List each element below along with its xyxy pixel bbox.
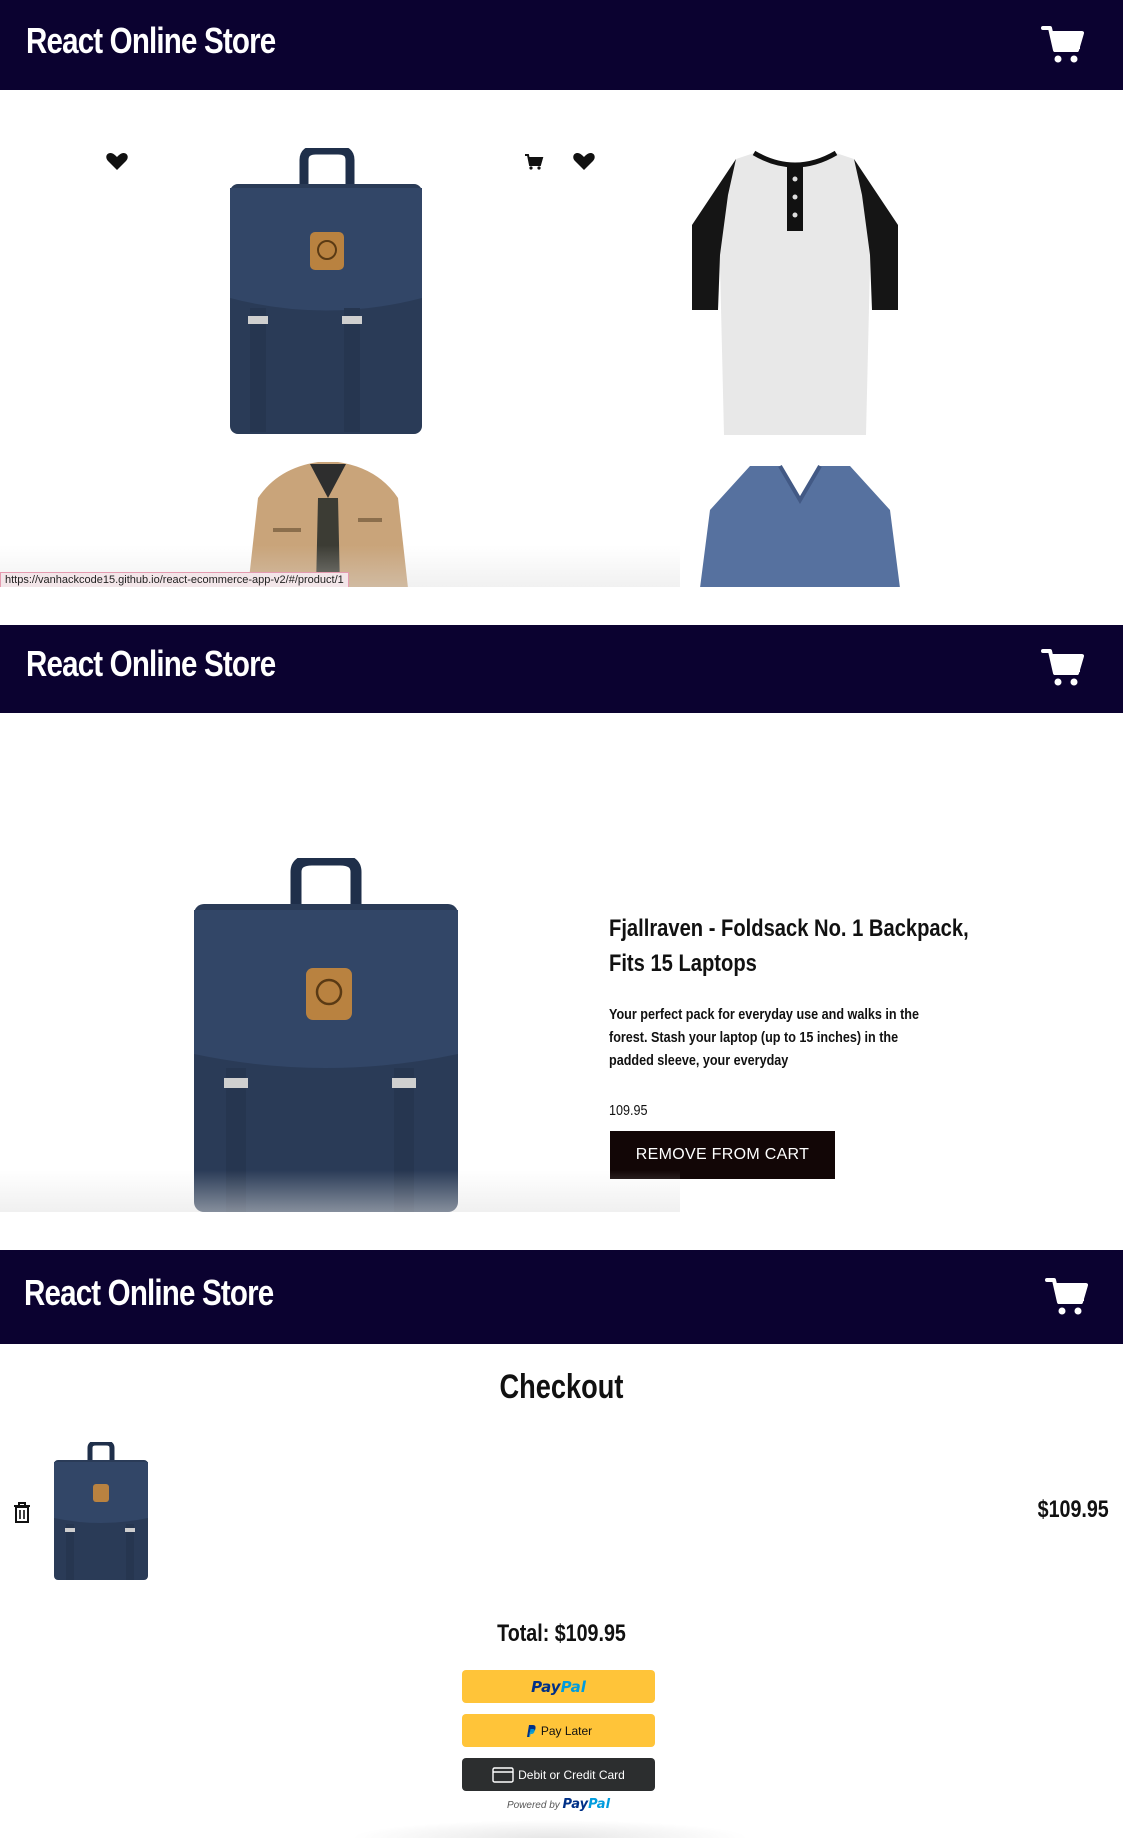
app-title[interactable]: React Online Store [26, 643, 276, 685]
powered-by-paypal: Powered by PayPal [462, 1797, 655, 1812]
pay-later-button[interactable]: Pay Later [462, 1714, 655, 1747]
product-description: Your perfect pack for everyday use and w… [609, 1006, 919, 1069]
product-list-screen: React Online Store https://vanhackcode15… [0, 0, 1123, 587]
heart-icon[interactable] [572, 150, 596, 172]
app-title[interactable]: React Online Store [24, 1272, 274, 1314]
vneck-shirt-image[interactable] [695, 460, 905, 587]
section-shadow [350, 1820, 750, 1838]
app-header: React Online Store [0, 0, 1123, 90]
credit-card-icon [492, 1766, 514, 1783]
paypal-logo: PayPal [562, 1797, 611, 1812]
section-shadow [0, 1170, 680, 1212]
pay-later-label: Pay Later [540, 1723, 593, 1738]
cart-item-thumbnail [54, 1442, 148, 1580]
shopping-cart-icon[interactable] [1041, 645, 1085, 689]
product-detail-screen: React Online Store Fjallraven - Foldsack… [0, 625, 1123, 1212]
checkout-title: Checkout [499, 1368, 624, 1406]
henley-shirt-image[interactable] [684, 145, 906, 443]
trash-icon[interactable] [11, 1500, 33, 1524]
browser-status-url: https://vanhackcode15.github.io/react-ec… [0, 572, 349, 587]
checkout-screen: React Online Store Checkout $109.95 Tota… [0, 1250, 1123, 1838]
cart-item-price: $109.95 [1037, 1496, 1109, 1523]
product-title: Fjallraven - Foldsack No. 1 Backpack, Fi… [609, 915, 969, 977]
backpack-product-image[interactable] [222, 148, 430, 440]
add-to-cart-icon[interactable] [524, 153, 544, 171]
shopping-cart-icon[interactable] [1045, 1274, 1089, 1318]
product-info: Fjallraven - Foldsack No. 1 Backpack, Fi… [609, 911, 989, 1119]
paypal-logo: PayPal [531, 1677, 586, 1696]
powered-by-label: Powered by [506, 1800, 560, 1811]
app-title[interactable]: React Online Store [26, 20, 276, 62]
backpack-detail-image [194, 858, 458, 1212]
app-header: React Online Store [0, 1250, 1123, 1344]
order-total: Total: $109.95 [497, 1620, 626, 1647]
shopping-cart-icon[interactable] [1041, 22, 1085, 66]
app-header: React Online Store [0, 625, 1123, 713]
card-label: Debit or Credit Card [518, 1767, 625, 1782]
paypal-button[interactable]: PayPal [462, 1670, 655, 1703]
heart-icon[interactable] [105, 150, 129, 172]
paypal-p-icon [526, 1724, 536, 1737]
product-price: 109.95 [609, 1102, 648, 1119]
debit-credit-card-button[interactable]: Debit or Credit Card [462, 1758, 655, 1791]
